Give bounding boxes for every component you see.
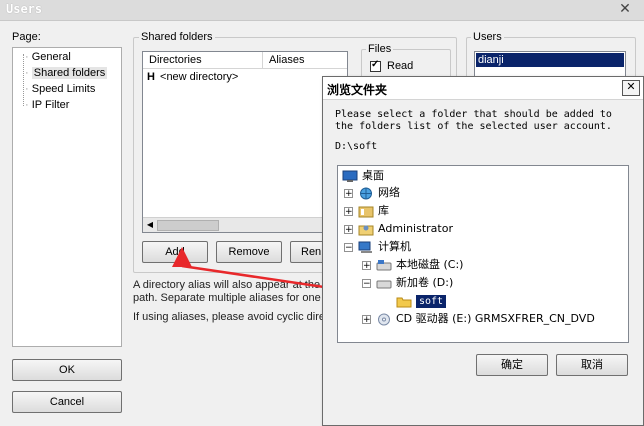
tree-node-label: soft [416, 295, 447, 308]
tree-node-d-drive[interactable]: 新加卷 (D:) [376, 275, 453, 291]
browse-folder-dialog: 浏览文件夹 ✕ Please select a folder that shou… [322, 76, 644, 426]
tree-node-c-drive[interactable]: 本地磁盘 (C:) [376, 257, 463, 273]
dialog-cancel-button[interactable]: 取消 [556, 354, 628, 376]
tree-node-label: 本地磁盘 (C:) [396, 258, 464, 271]
tree-node-label: 桌面 [362, 169, 384, 182]
tree-node-network[interactable]: 网络 [358, 185, 400, 201]
tree-node-label: 计算机 [378, 240, 411, 253]
dialog-ok-button[interactable]: 确定 [476, 354, 548, 376]
drive-icon [376, 280, 392, 288]
tree-node-cd-drive[interactable]: CD 驱动器 (E:) GRMSXFRER_CN_DVD [376, 311, 595, 327]
desc-line: the folders list of the selected user ac… [335, 121, 612, 132]
selected-path: D:\soft [335, 141, 378, 152]
computer-icon [358, 241, 372, 253]
dialog-title: 浏览文件夹 [327, 83, 388, 97]
tree-node-label: 新加卷 (D:) [396, 276, 454, 289]
expand-administrator-icon[interactable]: + [344, 225, 353, 235]
cd-icon [378, 313, 390, 325]
tree-node-label: 库 [378, 204, 389, 217]
expand-network-icon[interactable]: + [344, 189, 353, 199]
expand-computer-icon[interactable]: − [344, 243, 353, 253]
tree-node-label: Administrator [378, 222, 453, 235]
tree-node-computer[interactable]: 计算机 [358, 239, 411, 255]
dialog-description: Please select a folder that should be ad… [335, 109, 612, 133]
tree-node-administrator[interactable]: Administrator [358, 221, 453, 237]
dialog-titlebar: 浏览文件夹 ✕ [323, 77, 643, 100]
tree-node-library[interactable]: 库 [358, 203, 389, 219]
drive-icon [376, 259, 392, 270]
dialog-close-button[interactable]: ✕ [622, 80, 640, 96]
folder-tree[interactable]: 桌面 + 网络 + 库 + Administrator − 计算机 + 本地磁盘… [337, 165, 629, 343]
network-icon [360, 187, 372, 199]
expand-library-icon[interactable]: + [344, 207, 353, 217]
tree-node-label: 网络 [378, 186, 400, 199]
desktop-icon [342, 170, 358, 182]
desc-line: Please select a folder that should be ad… [335, 109, 612, 120]
expand-c-drive-icon[interactable]: + [362, 261, 371, 271]
folder-icon [396, 297, 412, 307]
expand-d-drive-icon[interactable]: − [362, 279, 371, 289]
tree-node-desktop[interactable]: 桌面 [342, 168, 384, 184]
tree-node-soft[interactable]: soft [396, 293, 447, 309]
user-icon [358, 225, 374, 235]
expand-cd-drive-icon[interactable]: + [362, 315, 371, 325]
tree-node-label: CD 驱动器 (E:) GRMSXFRER_CN_DVD [396, 312, 595, 325]
library-icon [358, 206, 374, 217]
